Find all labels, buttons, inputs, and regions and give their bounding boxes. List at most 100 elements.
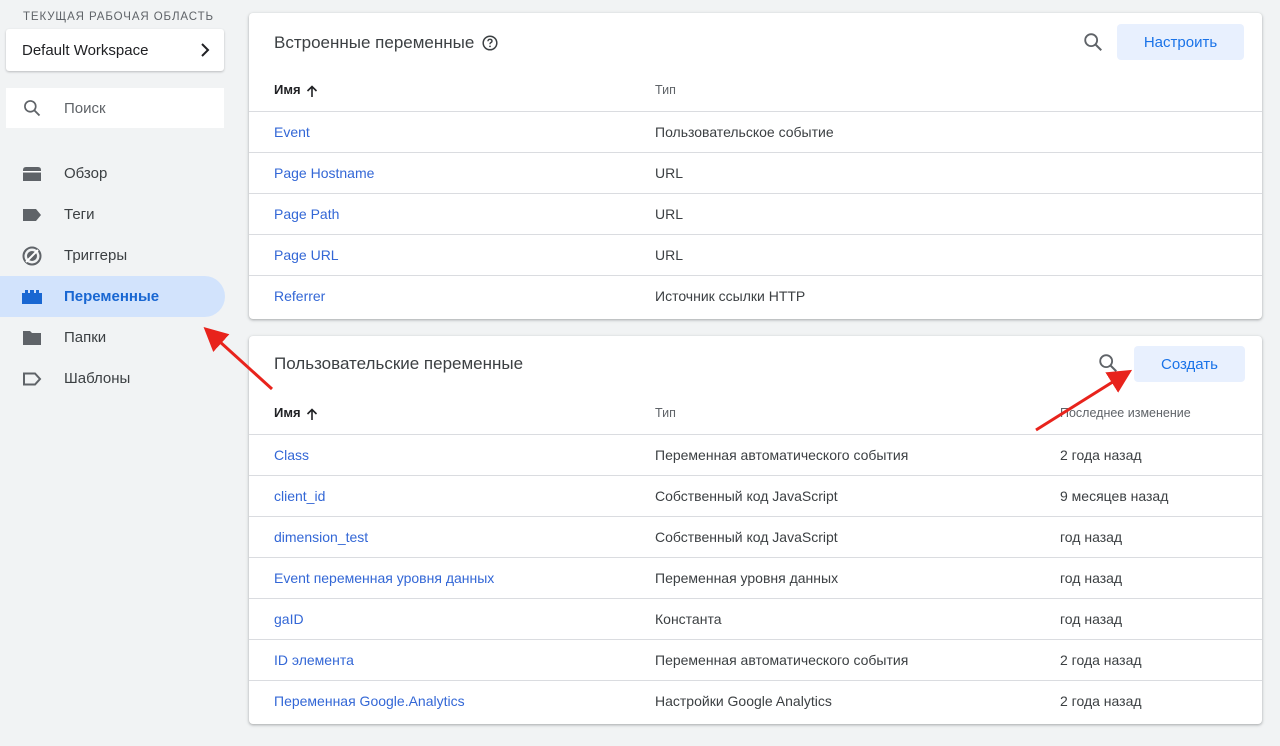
cell-type: Настройки Google Analytics	[655, 693, 832, 709]
column-header-type: Тип	[655, 69, 1262, 112]
cell-type: Константа	[655, 598, 1060, 640]
search-icon	[24, 100, 41, 117]
variable-name-link[interactable]: Event переменная уровня данных	[274, 570, 494, 586]
table-row[interactable]: client_id Собственный код JavaScript 9 мес…	[249, 475, 1262, 517]
sidebar-item-label: Переменные	[64, 288, 160, 305]
variable-name-link[interactable]: Page Hostname	[274, 165, 374, 181]
cell-type: Собственный код JavaScript	[655, 516, 1060, 558]
variable-name-link[interactable]: dimension_test	[274, 529, 368, 545]
column-header-type: Тип	[655, 392, 1060, 435]
create-button[interactable]: Создать	[1134, 346, 1245, 382]
column-header-label: Имя	[274, 405, 301, 421]
builtin-variables-table: Имя Тип Event Пользовательское событие Pag…	[249, 69, 1262, 316]
table-row[interactable]: Class Переменная автоматического события 2…	[249, 434, 1262, 476]
variable-name-link[interactable]: Class	[274, 447, 309, 463]
sidebar-item-label: Шаблоны	[64, 370, 131, 387]
table-row[interactable]: Переменная Google.Analytics Настройки Goo…	[249, 681, 1262, 722]
sidebar-item-overview[interactable]: Обзор	[0, 153, 225, 194]
sidebar-item-folders[interactable]: Папки	[0, 317, 225, 358]
variable-name-link[interactable]: Referrer	[274, 288, 325, 304]
sidebar-item-tags[interactable]: Теги	[0, 194, 225, 235]
cell-modified: год назад	[1060, 598, 1262, 640]
cell-type: Переменная автоматического события	[655, 639, 1060, 681]
cell-name: Referrer	[249, 276, 655, 317]
overview-icon	[22, 164, 42, 184]
table-row[interactable]: Page Hostname URL	[249, 152, 1262, 194]
table-row[interactable]: gaID Константа год назад	[249, 598, 1262, 640]
variable-name-link[interactable]: gaID	[274, 611, 304, 627]
table-row[interactable]: Referrer Источник ссылки HTTP	[249, 276, 1262, 317]
builtin-variables-card: Встроенные переменные Настроить Имя Тип …	[249, 13, 1262, 319]
table-row[interactable]: Event переменная уровня данных Переменная…	[249, 557, 1262, 599]
chevron-right-icon	[201, 43, 210, 57]
cell-name: Event	[249, 111, 655, 153]
cell-name: gaID	[249, 598, 655, 640]
sidebar-item-triggers[interactable]: Триггеры	[0, 235, 225, 276]
sidebar-item-variables[interactable]: Переменные	[0, 276, 225, 317]
cell-modified: 2 года назад	[1060, 639, 1262, 681]
cell-name: ID элемента	[249, 639, 655, 681]
search-icon[interactable]	[1082, 31, 1104, 53]
cell-name: Page URL	[249, 234, 655, 276]
help-icon[interactable]	[482, 35, 498, 51]
table-row[interactable]: ID элемента Переменная автоматического со…	[249, 639, 1262, 681]
tag-icon	[22, 205, 42, 225]
sidebar-item-label: Триггеры	[64, 247, 128, 264]
variable-name-link[interactable]: client_id	[274, 488, 325, 504]
cell-modified: год назад	[1060, 557, 1262, 599]
workspace-name: Default Workspace	[22, 41, 149, 59]
cell-type: Пользовательское событие	[655, 111, 1262, 153]
cell-type: URL	[655, 152, 1262, 194]
column-header-modified: Последнее изменение	[1060, 392, 1262, 435]
builtin-variables-header: Встроенные переменные	[274, 33, 498, 53]
configure-button[interactable]: Настроить	[1117, 24, 1244, 60]
cell-modified: 9 месяцев назад	[1060, 475, 1262, 517]
table-row[interactable]: Page URL URL	[249, 234, 1262, 276]
arrow-up-icon	[306, 407, 317, 420]
arrow-up-icon	[306, 84, 317, 97]
sidebar-search[interactable]	[6, 88, 224, 128]
workspace-selector[interactable]: Default Workspace	[6, 29, 224, 71]
variable-name-link[interactable]: Переменная Google.Analytics	[274, 693, 465, 709]
cell-type: Переменная уровня данных	[655, 557, 1060, 599]
search-input[interactable]	[62, 98, 206, 118]
cell-name: Page Hostname	[249, 152, 655, 194]
sidebar-item-label: Обзор	[64, 165, 108, 182]
sidebar-nav: Обзор Теги Триггеры Переменные Папки Шаб…	[0, 153, 225, 399]
cell-modified: год назад	[1060, 516, 1262, 558]
custom-variables-table: Имя Тип Последнее изменение Class Перемен…	[249, 392, 1262, 721]
table-row[interactable]: Page Path URL	[249, 193, 1262, 235]
sidebar-item-label: Папки	[64, 329, 107, 346]
variable-name-link[interactable]: ID элемента	[274, 652, 354, 668]
custom-variables-title: Пользовательские переменные	[274, 354, 524, 373]
cell-name: Class	[249, 434, 655, 476]
cell-name: Переменная Google.Analytics	[249, 681, 655, 722]
variables-icon	[22, 287, 42, 307]
column-header-name[interactable]: Имя	[249, 392, 655, 435]
cell-name: Page Path	[249, 193, 655, 235]
table-header-row: Имя Тип	[249, 69, 1262, 112]
table-header-row: Имя Тип Последнее изменение	[249, 392, 1262, 435]
cell-type: Источник ссылки HTTP	[655, 288, 806, 304]
variable-name-link[interactable]: Page Path	[274, 206, 339, 222]
table-row[interactable]: Event Пользовательское событие	[249, 111, 1262, 153]
sidebar-item-label: Теги	[64, 206, 95, 223]
variable-name-link[interactable]: Page URL	[274, 247, 339, 263]
column-header-label: Имя	[274, 82, 301, 98]
sidebar-item-templates[interactable]: Шаблоны	[0, 358, 225, 399]
sidebar: ТЕКУЩАЯ РАБОЧАЯ ОБЛАСТЬ Default Workspac…	[0, 0, 236, 746]
variable-name-link[interactable]: Event	[274, 124, 310, 140]
template-icon	[22, 369, 42, 389]
cell-type: Собственный код JavaScript	[655, 475, 1060, 517]
cell-type: URL	[655, 193, 1262, 235]
cell-name: client_id	[249, 475, 655, 517]
search-icon[interactable]	[1097, 352, 1119, 374]
cell-name: Event переменная уровня данных	[249, 557, 655, 599]
cell-name: dimension_test	[249, 516, 655, 558]
custom-variables-card: Пользовательские переменные Создать Имя …	[249, 336, 1262, 724]
trigger-icon	[22, 246, 42, 266]
cell-modified: 2 года назад	[1060, 434, 1262, 476]
column-header-name[interactable]: Имя	[249, 69, 655, 112]
table-row[interactable]: dimension_test Собственный код JavaScript…	[249, 516, 1262, 558]
workspace-label: ТЕКУЩАЯ РАБОЧАЯ ОБЛАСТЬ	[23, 11, 214, 23]
